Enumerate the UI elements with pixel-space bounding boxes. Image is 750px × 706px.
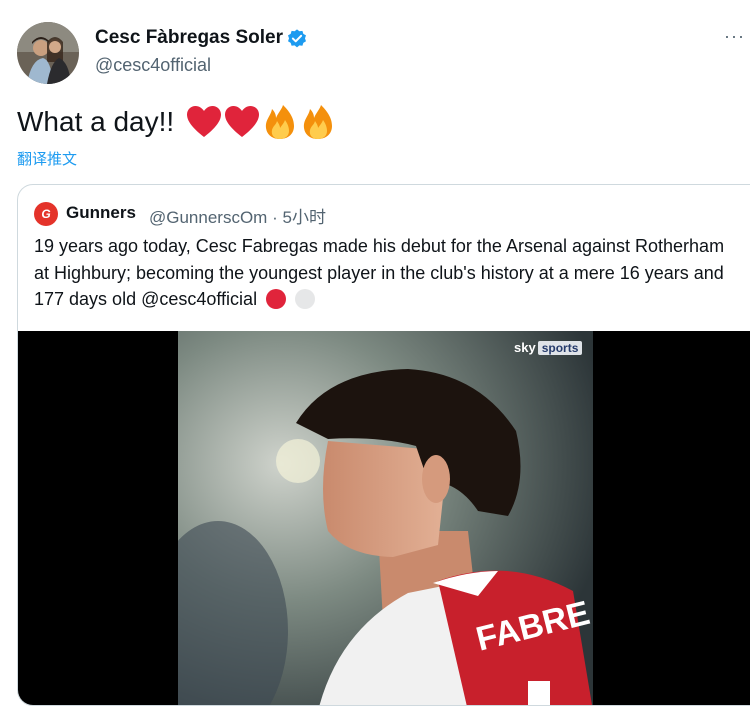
author-handle[interactable]: @cesc4official <box>95 55 211 76</box>
red-heart-icon <box>187 106 222 137</box>
quote-meta: @GunnerscOm · 5小时 <box>149 203 326 228</box>
fire-icon <box>304 105 333 139</box>
red-circle-icon <box>266 289 287 309</box>
quote-body: 19 years ago today, Cesc Fabregas made h… <box>34 236 725 309</box>
quoted-tweet[interactable]: G Gunners @GunnerscOm · 5小时 19 years ago… <box>17 184 750 706</box>
verified-badge-icon <box>288 29 306 48</box>
meta-separator: · <box>272 208 278 227</box>
red-heart-icon <box>225 106 260 137</box>
tweet-body: What a day!! <box>17 106 175 137</box>
tweet-text: What a day!! <box>17 104 336 140</box>
sky-sports-logo: sky sports <box>514 340 583 355</box>
display-name[interactable]: Cesc Fàbregas Soler <box>95 27 283 49</box>
quote-video[interactable]: FABRE sky sports <box>18 331 750 705</box>
video-still: FABRE <box>178 331 593 705</box>
translate-tweet-link[interactable]: 翻译推文 <box>17 148 77 169</box>
white-circle-icon <box>295 289 316 309</box>
more-options-icon[interactable]: ··· <box>724 26 745 47</box>
avatar[interactable] <box>17 22 79 84</box>
quote-timestamp[interactable]: 5小时 <box>283 208 326 227</box>
emoji-row <box>186 104 336 140</box>
fire-icon <box>266 105 295 139</box>
video-frame[interactable]: FABRE sky sports <box>178 331 593 705</box>
gunners-logo: G <box>34 202 58 226</box>
sky-logo-text: sky <box>514 340 536 355</box>
quote-text: 19 years ago today, Cesc Fabregas made h… <box>34 233 734 313</box>
quote-author-name[interactable]: Gunners <box>66 203 136 223</box>
avatar-photo <box>17 22 79 84</box>
quote-author-handle[interactable]: @GunnerscOm <box>149 208 267 227</box>
sports-logo-text: sports <box>537 340 583 355</box>
